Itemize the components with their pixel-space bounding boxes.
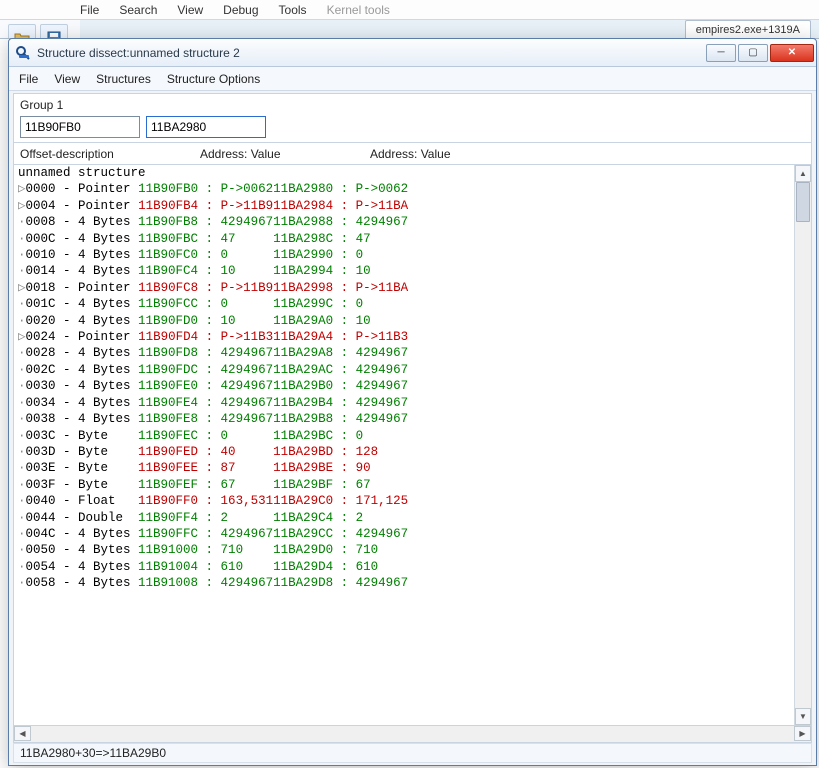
table-row[interactable]: ·004C - 4 Bytes 11B90FFC : 429496711BA29… (18, 527, 408, 541)
scroll-thumb[interactable] (796, 182, 810, 222)
menu-view[interactable]: View (54, 72, 80, 86)
table-row[interactable]: ·0010 - 4 Bytes 11B90FC0 : 0 11BA2990 : … (18, 248, 363, 262)
titlebar[interactable]: Structure dissect:unnamed structure 2 ─ … (9, 39, 816, 67)
table-row[interactable]: ·0050 - 4 Bytes 11B91000 : 710 11BA29D0 … (18, 543, 378, 557)
table-row[interactable]: ·0044 - Double 11B90FF4 : 2 11BA29C4 : 2 (18, 511, 363, 525)
parent-tab[interactable]: empires2.exe+1319A (685, 20, 811, 38)
table-row[interactable]: ·0014 - 4 Bytes 11B90FC4 : 10 11BA2994 :… (18, 264, 371, 278)
address-input-2[interactable] (146, 116, 266, 138)
address-panel: Group 1 (13, 93, 812, 143)
app-icon (15, 45, 31, 61)
table-row[interactable]: ·0030 - 4 Bytes 11B90FE0 : 429496711BA29… (18, 379, 408, 393)
table-row[interactable]: ·0038 - 4 Bytes 11B90FE8 : 429496711BA29… (18, 412, 408, 426)
status-bar: 11BA2980+30=>11BA29B0 (13, 743, 812, 763)
table-row[interactable]: ▷0018 - Pointer 11B90FC8 : P->11B911BA29… (18, 281, 408, 295)
table-row[interactable]: ·0008 - 4 Bytes 11B90FB8 : 429496711BA29… (18, 215, 408, 229)
table-row[interactable]: ▷0004 - Pointer 11B90FB4 : P->11B911BA29… (18, 199, 408, 213)
parent-menubar: File Search View Debug Tools Kernel tool… (0, 0, 819, 20)
header-addr2[interactable]: Address: Value (370, 147, 805, 161)
close-button[interactable]: ✕ (770, 44, 814, 62)
table-row[interactable]: ·000C - 4 Bytes 11B90FBC : 47 11BA298C :… (18, 232, 371, 246)
parent-menu-tools[interactable]: Tools (279, 3, 307, 17)
maximize-button[interactable]: ▢ (738, 44, 768, 62)
address-input-1[interactable] (20, 116, 140, 138)
struct-root[interactable]: unnamed structure (18, 166, 146, 180)
scroll-up-icon[interactable]: ▲ (795, 165, 811, 182)
table-row[interactable]: ·0034 - 4 Bytes 11B90FE4 : 429496711BA29… (18, 396, 408, 410)
menu-file[interactable]: File (19, 72, 38, 86)
table-row[interactable]: ·003D - Byte 11B90FED : 40 11BA29BD : 12… (18, 445, 378, 459)
menubar: File View Structures Structure Options (9, 67, 816, 91)
table-row[interactable]: ·0028 - 4 Bytes 11B90FD8 : 429496711BA29… (18, 346, 408, 360)
parent-menu-debug[interactable]: Debug (223, 3, 258, 17)
vertical-scrollbar[interactable]: ▲ ▼ (794, 165, 811, 725)
table-row[interactable]: ·003C - Byte 11B90FEC : 0 11BA29BC : 0 (18, 429, 363, 443)
header-addr1[interactable]: Address: Value (200, 147, 370, 161)
group-label: Group 1 (20, 98, 805, 112)
parent-tab-label: empires2.exe+1319A (696, 24, 800, 36)
table-row[interactable]: ·003F - Byte 11B90FEF : 67 11BA29BF : 67 (18, 478, 371, 492)
minimize-button[interactable]: ─ (706, 44, 736, 62)
parent-menu-file[interactable]: File (80, 3, 99, 17)
window-title: Structure dissect:unnamed structure 2 (37, 46, 704, 60)
header-offset[interactable]: Offset-description (20, 147, 200, 161)
table-row[interactable]: ·002C - 4 Bytes 11B90FDC : 429496711BA29… (18, 363, 408, 377)
table-row[interactable]: ·003E - Byte 11B90FEE : 87 11BA29BE : 90 (18, 461, 371, 475)
table-row[interactable]: ·0058 - 4 Bytes 11B91008 : 429496711BA29… (18, 576, 408, 590)
parent-menu-view[interactable]: View (177, 3, 203, 17)
menu-structures[interactable]: Structures (96, 72, 151, 86)
table-row[interactable]: ·0040 - Float 11B90FF0 : 163,53111BA29C0… (18, 494, 408, 508)
structure-tree[interactable]: unnamed structure ▷0000 - Pointer 11B90F… (13, 165, 812, 726)
scroll-left-icon[interactable]: ◀ (14, 726, 31, 741)
table-row[interactable]: ·0020 - 4 Bytes 11B90FD0 : 10 11BA29A0 :… (18, 314, 371, 328)
column-headers: Offset-description Address: Value Addres… (13, 143, 812, 165)
table-row[interactable]: ▷0000 - Pointer 11B90FB0 : P->006211BA29… (18, 182, 408, 196)
parent-menu-kernel[interactable]: Kernel tools (327, 3, 390, 17)
table-row[interactable]: ▷0024 - Pointer 11B90FD4 : P->11B311BA29… (18, 330, 408, 344)
horizontal-scrollbar[interactable]: ◀ ▶ (13, 726, 812, 743)
menu-structure-options[interactable]: Structure Options (167, 72, 260, 86)
status-text: 11BA2980+30=>11BA29B0 (20, 746, 166, 760)
scroll-right-icon[interactable]: ▶ (794, 726, 811, 741)
scroll-down-icon[interactable]: ▼ (795, 708, 811, 725)
table-row[interactable]: ·0054 - 4 Bytes 11B91004 : 610 11BA29D4 … (18, 560, 378, 574)
structure-dissect-window: Structure dissect:unnamed structure 2 ─ … (8, 38, 817, 766)
table-row[interactable]: ·001C - 4 Bytes 11B90FCC : 0 11BA299C : … (18, 297, 363, 311)
parent-menu-search[interactable]: Search (119, 3, 157, 17)
